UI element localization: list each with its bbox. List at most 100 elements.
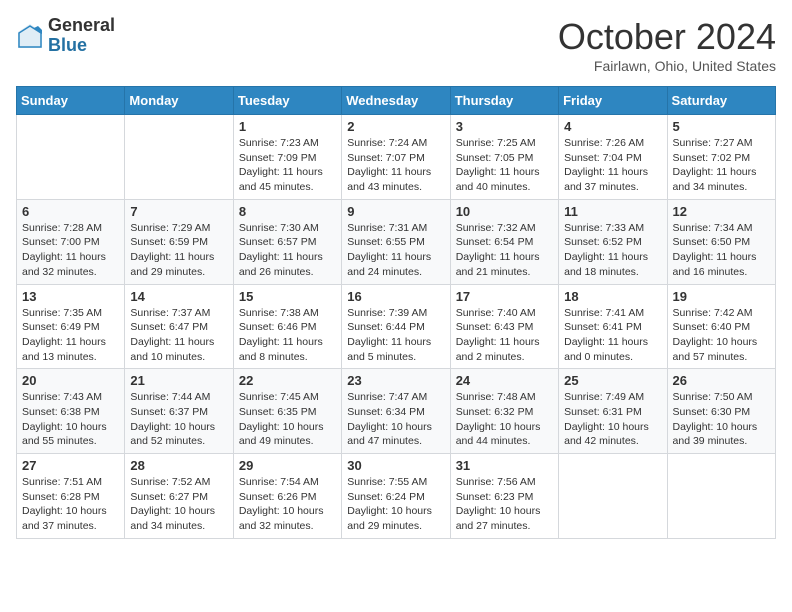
day-number: 5 xyxy=(673,119,770,134)
day-content: Sunrise: 7:29 AM Sunset: 6:59 PM Dayligh… xyxy=(130,221,227,280)
calendar-cell: 14 Sunrise: 7:37 AM Sunset: 6:47 PM Dayli… xyxy=(125,284,233,369)
day-number: 20 xyxy=(22,373,119,388)
calendar-cell xyxy=(125,115,233,200)
day-content: Sunrise: 7:42 AM Sunset: 6:40 PM Dayligh… xyxy=(673,306,770,365)
day-number: 1 xyxy=(239,119,336,134)
day-number: 19 xyxy=(673,289,770,304)
day-number: 10 xyxy=(456,204,553,219)
week-row-4: 20Sunrise: 7:43 AM Sunset: 6:38 PM Dayli… xyxy=(17,369,776,454)
calendar-cell: 23 Sunrise: 7:47 AM Sunset: 6:34 PM Dayli… xyxy=(342,369,450,454)
calendar-cell: 12Sunrise: 7:34 AM Sunset: 6:50 PM Dayli… xyxy=(667,199,775,284)
day-number: 12 xyxy=(673,204,770,219)
calendar-cell: 4 Sunrise: 7:26 AM Sunset: 7:04 PM Daylig… xyxy=(559,115,667,200)
calendar-cell: 31 Sunrise: 7:56 AM Sunset: 6:23 PM Dayli… xyxy=(450,454,558,539)
day-content: Sunrise: 7:55 AM Sunset: 6:24 PM Dayligh… xyxy=(347,475,444,534)
day-content: Sunrise: 7:54 AM Sunset: 6:26 PM Dayligh… xyxy=(239,475,336,534)
day-content: Sunrise: 7:26 AM Sunset: 7:04 PM Dayligh… xyxy=(564,136,661,195)
day-content: Sunrise: 7:24 AM Sunset: 7:07 PM Dayligh… xyxy=(347,136,444,195)
calendar-cell: 25 Sunrise: 7:49 AM Sunset: 6:31 PM Dayli… xyxy=(559,369,667,454)
calendar-cell: 26Sunrise: 7:50 AM Sunset: 6:30 PM Dayli… xyxy=(667,369,775,454)
day-number: 3 xyxy=(456,119,553,134)
day-number: 26 xyxy=(673,373,770,388)
header-cell-sunday: Sunday xyxy=(17,87,125,115)
header-cell-friday: Friday xyxy=(559,87,667,115)
calendar-cell: 15Sunrise: 7:38 AM Sunset: 6:46 PM Dayli… xyxy=(233,284,341,369)
day-content: Sunrise: 7:49 AM Sunset: 6:31 PM Dayligh… xyxy=(564,390,661,449)
day-content: Sunrise: 7:32 AM Sunset: 6:54 PM Dayligh… xyxy=(456,221,553,280)
title-block: October 2024 Fairlawn, Ohio, United Stat… xyxy=(558,16,776,74)
day-number: 22 xyxy=(239,373,336,388)
day-content: Sunrise: 7:52 AM Sunset: 6:27 PM Dayligh… xyxy=(130,475,227,534)
day-content: Sunrise: 7:31 AM Sunset: 6:55 PM Dayligh… xyxy=(347,221,444,280)
header-row: SundayMondayTuesdayWednesdayThursdayFrid… xyxy=(17,87,776,115)
calendar-cell: 20Sunrise: 7:43 AM Sunset: 6:38 PM Dayli… xyxy=(17,369,125,454)
day-number: 30 xyxy=(347,458,444,473)
calendar-cell: 21Sunrise: 7:44 AM Sunset: 6:37 PM Dayli… xyxy=(125,369,233,454)
day-number: 4 xyxy=(564,119,661,134)
calendar-cell: 28Sunrise: 7:52 AM Sunset: 6:27 PM Dayli… xyxy=(125,454,233,539)
calendar-cell: 17 Sunrise: 7:40 AM Sunset: 6:43 PM Dayli… xyxy=(450,284,558,369)
calendar-cell: 10 Sunrise: 7:32 AM Sunset: 6:54 PM Dayli… xyxy=(450,199,558,284)
day-content: Sunrise: 7:40 AM Sunset: 6:43 PM Dayligh… xyxy=(456,306,553,365)
logo-blue-text: Blue xyxy=(48,36,115,56)
day-number: 25 xyxy=(564,373,661,388)
week-row-2: 6Sunrise: 7:28 AM Sunset: 7:00 PM Daylig… xyxy=(17,199,776,284)
month-title: October 2024 xyxy=(558,16,776,58)
logo-text: General Blue xyxy=(48,16,115,56)
calendar-cell: 1Sunrise: 7:23 AM Sunset: 7:09 PM Daylig… xyxy=(233,115,341,200)
logo: General Blue xyxy=(16,16,115,56)
day-number: 7 xyxy=(130,204,227,219)
day-content: Sunrise: 7:56 AM Sunset: 6:23 PM Dayligh… xyxy=(456,475,553,534)
calendar-body: 1Sunrise: 7:23 AM Sunset: 7:09 PM Daylig… xyxy=(17,115,776,539)
day-number: 2 xyxy=(347,119,444,134)
day-number: 17 xyxy=(456,289,553,304)
day-number: 29 xyxy=(239,458,336,473)
day-number: 9 xyxy=(347,204,444,219)
week-row-1: 1Sunrise: 7:23 AM Sunset: 7:09 PM Daylig… xyxy=(17,115,776,200)
day-number: 8 xyxy=(239,204,336,219)
calendar-cell: 18 Sunrise: 7:41 AM Sunset: 6:41 PM Dayli… xyxy=(559,284,667,369)
header-cell-tuesday: Tuesday xyxy=(233,87,341,115)
calendar-cell: 3 Sunrise: 7:25 AM Sunset: 7:05 PM Daylig… xyxy=(450,115,558,200)
day-number: 31 xyxy=(456,458,553,473)
day-content: Sunrise: 7:51 AM Sunset: 6:28 PM Dayligh… xyxy=(22,475,119,534)
header-cell-thursday: Thursday xyxy=(450,87,558,115)
day-number: 14 xyxy=(130,289,227,304)
calendar-cell: 9 Sunrise: 7:31 AM Sunset: 6:55 PM Daylig… xyxy=(342,199,450,284)
day-content: Sunrise: 7:25 AM Sunset: 7:05 PM Dayligh… xyxy=(456,136,553,195)
day-content: Sunrise: 7:47 AM Sunset: 6:34 PM Dayligh… xyxy=(347,390,444,449)
day-number: 23 xyxy=(347,373,444,388)
day-content: Sunrise: 7:41 AM Sunset: 6:41 PM Dayligh… xyxy=(564,306,661,365)
calendar-cell xyxy=(17,115,125,200)
day-content: Sunrise: 7:37 AM Sunset: 6:47 PM Dayligh… xyxy=(130,306,227,365)
day-number: 27 xyxy=(22,458,119,473)
calendar-cell: 6Sunrise: 7:28 AM Sunset: 7:00 PM Daylig… xyxy=(17,199,125,284)
day-content: Sunrise: 7:38 AM Sunset: 6:46 PM Dayligh… xyxy=(239,306,336,365)
week-row-5: 27 Sunrise: 7:51 AM Sunset: 6:28 PM Dayli… xyxy=(17,454,776,539)
calendar-cell: 22Sunrise: 7:45 AM Sunset: 6:35 PM Dayli… xyxy=(233,369,341,454)
calendar-cell: 29 Sunrise: 7:54 AM Sunset: 6:26 PM Dayli… xyxy=(233,454,341,539)
day-content: Sunrise: 7:39 AM Sunset: 6:44 PM Dayligh… xyxy=(347,306,444,365)
calendar-cell: 7 Sunrise: 7:29 AM Sunset: 6:59 PM Daylig… xyxy=(125,199,233,284)
header-cell-monday: Monday xyxy=(125,87,233,115)
calendar-table: SundayMondayTuesdayWednesdayThursdayFrid… xyxy=(16,86,776,539)
calendar-cell xyxy=(667,454,775,539)
day-number: 21 xyxy=(130,373,227,388)
calendar-cell: 5Sunrise: 7:27 AM Sunset: 7:02 PM Daylig… xyxy=(667,115,775,200)
logo-general-text: General xyxy=(48,16,115,36)
day-number: 24 xyxy=(456,373,553,388)
calendar-header: SundayMondayTuesdayWednesdayThursdayFrid… xyxy=(17,87,776,115)
calendar-cell: 16 Sunrise: 7:39 AM Sunset: 6:44 PM Dayli… xyxy=(342,284,450,369)
day-content: Sunrise: 7:35 AM Sunset: 6:49 PM Dayligh… xyxy=(22,306,119,365)
calendar-cell: 8Sunrise: 7:30 AM Sunset: 6:57 PM Daylig… xyxy=(233,199,341,284)
page-header: General Blue October 2024 Fairlawn, Ohio… xyxy=(16,16,776,74)
week-row-3: 13Sunrise: 7:35 AM Sunset: 6:49 PM Dayli… xyxy=(17,284,776,369)
calendar-cell: 2 Sunrise: 7:24 AM Sunset: 7:07 PM Daylig… xyxy=(342,115,450,200)
day-content: Sunrise: 7:28 AM Sunset: 7:00 PM Dayligh… xyxy=(22,221,119,280)
day-number: 16 xyxy=(347,289,444,304)
header-cell-saturday: Saturday xyxy=(667,87,775,115)
calendar-cell: 11Sunrise: 7:33 AM Sunset: 6:52 PM Dayli… xyxy=(559,199,667,284)
calendar-cell xyxy=(559,454,667,539)
day-number: 18 xyxy=(564,289,661,304)
day-content: Sunrise: 7:33 AM Sunset: 6:52 PM Dayligh… xyxy=(564,221,661,280)
